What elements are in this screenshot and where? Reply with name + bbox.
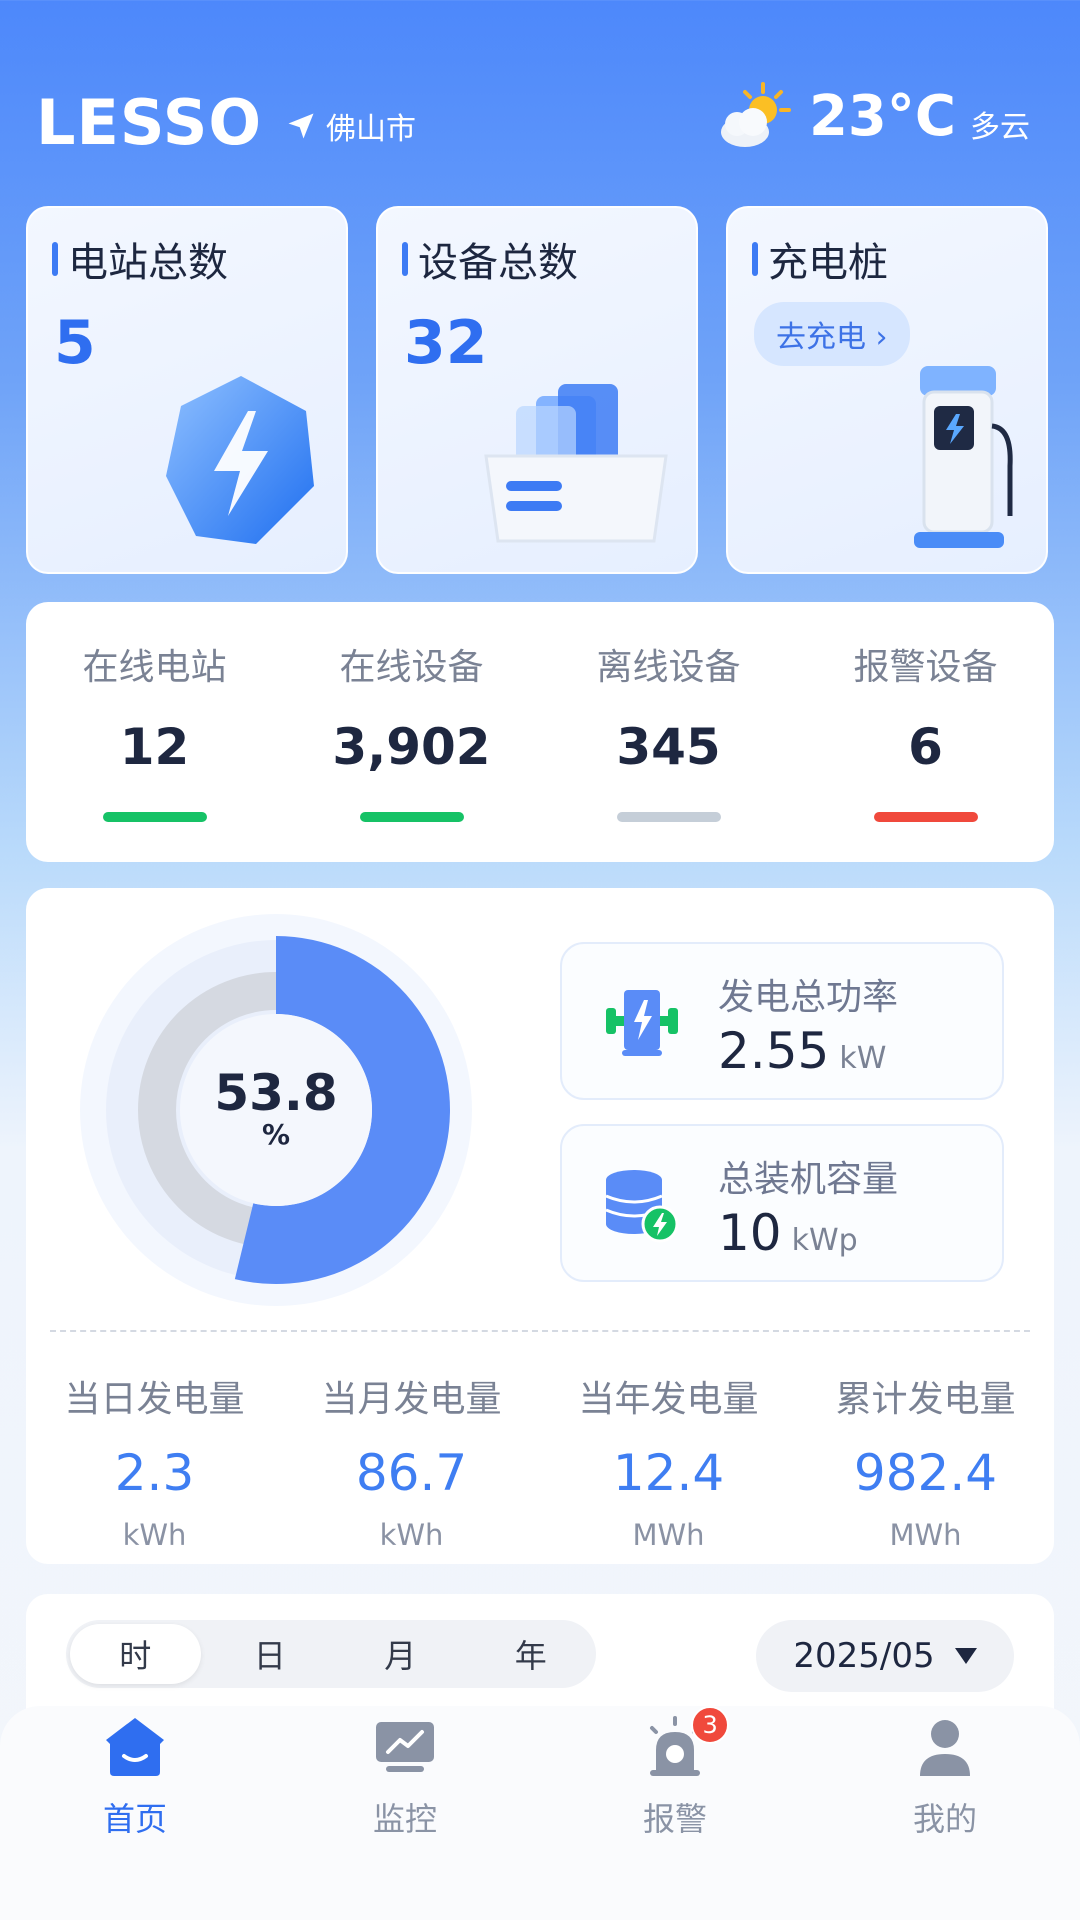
- generation-label: 当年发电量: [578, 1379, 759, 1420]
- generation-value: 982.4: [853, 1444, 998, 1502]
- weather-condition: 多云: [970, 110, 1030, 145]
- tab-label: 报警: [642, 1800, 707, 1838]
- metric-label: 发电总功率: [718, 977, 899, 1018]
- power-generation-card: 53.8 % 发电总功率 2.55 kW 总装机容量 10 kWp 当日发电量 …: [26, 888, 1054, 1564]
- location-label: 佛山市: [326, 112, 416, 147]
- power-ratio-gauge: 53.8 %: [80, 914, 472, 1306]
- stat-online-devices[interactable]: 在线设备 3,902: [283, 602, 540, 862]
- generation-yearly[interactable]: 当年发电量 12.4 MWh: [540, 1370, 797, 1552]
- generation-value: 86.7: [355, 1444, 468, 1502]
- generation-stats: 当日发电量 2.3 kWh 当月发电量 86.7 kWh 当年发电量 12.4 …: [26, 1370, 1054, 1552]
- device-stats-card: 在线电站 12 在线设备 3,902 离线设备 345 报警设备 6: [26, 602, 1054, 862]
- generation-cumulative[interactable]: 累计发电量 982.4 MWh: [797, 1370, 1054, 1552]
- tab-label: 监控: [372, 1800, 437, 1838]
- inverter-icon: [606, 990, 678, 1056]
- stat-label: 在线设备: [339, 647, 484, 688]
- metric-unit: kWp: [791, 1223, 858, 1258]
- partly-cloudy-icon: [720, 82, 791, 147]
- app-logo: LESSO: [36, 86, 263, 159]
- status-bar: [102, 812, 207, 822]
- temperature: 23°C: [808, 84, 956, 149]
- chevron-right-icon: ›: [875, 320, 888, 355]
- metric-label: 总装机容量: [718, 1159, 899, 1200]
- home-icon: [106, 1718, 164, 1776]
- generation-unit: MWh: [632, 1518, 705, 1552]
- stat-label: 在线电站: [82, 647, 227, 688]
- tab-month[interactable]: 月: [335, 1620, 466, 1688]
- gauge-percent-unit: %: [262, 1118, 290, 1151]
- tab-day[interactable]: 日: [205, 1620, 336, 1688]
- metric-value: 10: [718, 1204, 782, 1262]
- bottom-tab-bar: 首页 监控 3 报警 我的: [0, 1706, 1080, 1920]
- stat-label: 报警设备: [853, 647, 998, 688]
- status-bar: [616, 812, 721, 822]
- stat-online-stations[interactable]: 在线电站 12: [26, 602, 283, 862]
- metric-value: 2.55: [718, 1022, 830, 1080]
- device-total-value: 32: [404, 308, 488, 378]
- generation-unit: MWh: [889, 1518, 962, 1552]
- generation-monthly[interactable]: 当月发电量 86.7 kWh: [283, 1370, 540, 1552]
- device-box-icon: [484, 384, 668, 543]
- metric-value-row: 2.55 kW: [718, 1022, 886, 1080]
- database-charge-icon: [605, 1170, 679, 1243]
- tab-profile[interactable]: 我的: [810, 1706, 1080, 1920]
- generation-label: 当日发电量: [64, 1379, 245, 1420]
- lightning-shield-icon: [166, 376, 314, 544]
- charger-title: 充电桩: [752, 230, 888, 288]
- tab-alarm[interactable]: 3 报警: [540, 1706, 810, 1920]
- stat-alarm-devices[interactable]: 报警设备 6: [797, 602, 1054, 862]
- alarm-count-badge: 3: [691, 1706, 730, 1744]
- installed-capacity-metric[interactable]: 总装机容量 10 kWp: [560, 1124, 1004, 1282]
- tab-monitor[interactable]: 监控: [270, 1706, 540, 1920]
- charger-card[interactable]: 充电桩 去充电 ›: [726, 206, 1048, 574]
- charging-station-icon: [914, 366, 1013, 548]
- tab-label: 我的: [912, 1800, 977, 1838]
- metric-value-row: 10 kWp: [718, 1204, 858, 1262]
- period-segmented-control: 时 日 月 年: [66, 1620, 596, 1688]
- go-charge-label: 去充电: [776, 320, 866, 355]
- tab-label: 首页: [102, 1800, 167, 1838]
- metric-unit: kW: [839, 1041, 887, 1076]
- device-total-card[interactable]: 设备总数 32: [376, 206, 698, 574]
- station-total-value: 5: [54, 308, 96, 378]
- status-bar: [359, 812, 464, 822]
- caret-down-icon: [954, 1648, 977, 1664]
- station-total-title: 电站总数: [52, 230, 228, 288]
- location-selector[interactable]: 佛山市: [286, 104, 416, 148]
- weather-widget: 23°C 多云: [715, 82, 1030, 152]
- go-charge-button[interactable]: 去充电 ›: [754, 302, 910, 366]
- generation-value: 2.3: [114, 1444, 195, 1502]
- generation-value: 12.4: [612, 1444, 725, 1502]
- tab-home[interactable]: 首页: [0, 1706, 270, 1920]
- stat-value: 12: [119, 718, 190, 776]
- tab-hour[interactable]: 时: [70, 1624, 201, 1684]
- stat-value: 345: [616, 718, 721, 776]
- generation-unit: kWh: [379, 1518, 444, 1552]
- user-icon: [920, 1720, 970, 1776]
- navigation-arrow-icon: [288, 113, 314, 139]
- total-power-metric[interactable]: 发电总功率 2.55 kW: [560, 942, 1004, 1100]
- stat-value: 3,902: [332, 718, 491, 776]
- dashed-divider: [50, 1330, 1030, 1332]
- status-bar: [873, 812, 978, 822]
- monitor-icon: [376, 1722, 434, 1772]
- stat-label: 离线设备: [596, 647, 741, 688]
- device-total-title: 设备总数: [402, 230, 578, 288]
- tab-year[interactable]: 年: [466, 1620, 597, 1688]
- generation-daily[interactable]: 当日发电量 2.3 kWh: [26, 1370, 283, 1552]
- generation-label: 累计发电量: [835, 1379, 1016, 1420]
- station-total-card[interactable]: 电站总数 5: [26, 206, 348, 574]
- date-value: 2025/05: [793, 1636, 935, 1676]
- generation-unit: kWh: [122, 1518, 187, 1552]
- date-picker[interactable]: 2025/05: [756, 1620, 1014, 1692]
- stat-value: 6: [908, 718, 943, 776]
- generation-label: 当月发电量: [321, 1379, 502, 1420]
- stat-offline-devices[interactable]: 离线设备 345: [540, 602, 797, 862]
- gauge-percent-value: 53.8: [214, 1064, 337, 1122]
